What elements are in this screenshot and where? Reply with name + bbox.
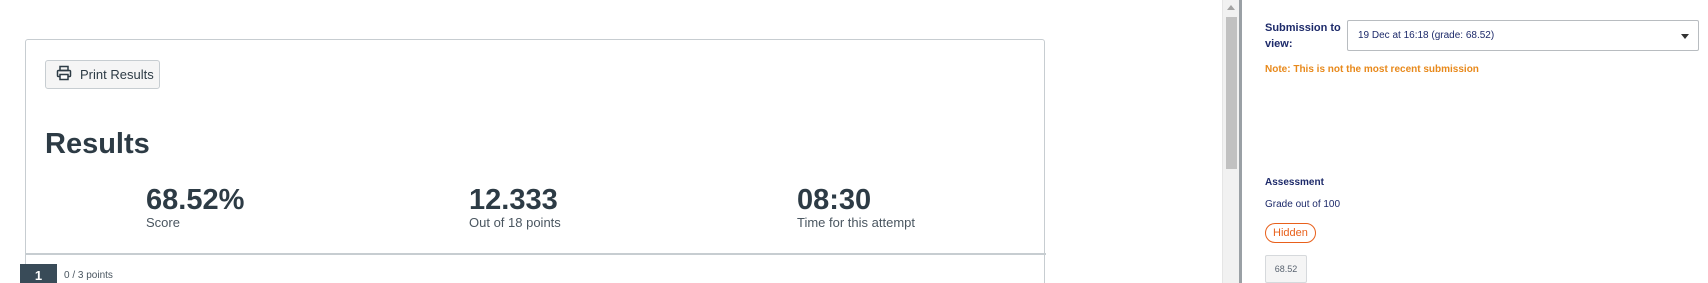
print-results-button[interactable]: Print Results xyxy=(45,60,160,89)
points-stat: 12.333 Out of 18 points xyxy=(469,183,561,230)
results-heading: Results xyxy=(45,128,150,160)
submission-select[interactable]: 19 Dec at 16:18 (grade: 68.52) xyxy=(1347,20,1699,51)
chevron-down-icon xyxy=(1681,34,1689,39)
grade-input[interactable]: 68.52 xyxy=(1265,255,1307,283)
card-divider xyxy=(26,253,1046,255)
points-value: 12.333 xyxy=(469,184,558,216)
time-value: 08:30 xyxy=(797,184,872,216)
grading-sidebar: Submission to view: 19 Dec at 16:18 (gra… xyxy=(1242,0,1708,283)
arrow-up-icon[interactable] xyxy=(1227,5,1235,10)
score-label: Score xyxy=(146,215,180,230)
submission-note: Note: This is not the most recent submis… xyxy=(1265,64,1479,75)
question-number-badge: 1 xyxy=(20,264,57,283)
results-card: Print Results Results 68.52% Score 12.33… xyxy=(25,39,1046,283)
assessment-title: Assessment xyxy=(1265,177,1324,188)
submission-selected-value: 19 Dec at 16:18 (grade: 68.52) xyxy=(1358,30,1495,41)
scroll-thumb[interactable] xyxy=(1226,17,1237,169)
vertical-scrollbar[interactable] xyxy=(1222,0,1239,283)
hidden-status-badge[interactable]: Hidden xyxy=(1265,223,1316,243)
score-stat: 68.52% Score xyxy=(146,183,244,230)
score-value: 68.52% xyxy=(146,184,245,216)
grade-out-of: Grade out of 100 xyxy=(1265,199,1341,210)
time-stat: 08:30 Time for this attempt xyxy=(797,183,915,230)
time-label: Time for this attempt xyxy=(797,215,915,230)
points-label: Out of 18 points xyxy=(469,215,561,230)
print-results-label: Print Results xyxy=(80,67,154,82)
results-pane: Print Results Results 68.52% Score 12.33… xyxy=(0,0,1222,283)
printer-icon xyxy=(56,65,72,84)
submission-label: Submission to view: xyxy=(1265,22,1341,50)
question-points: 0 / 3 points xyxy=(64,270,113,281)
